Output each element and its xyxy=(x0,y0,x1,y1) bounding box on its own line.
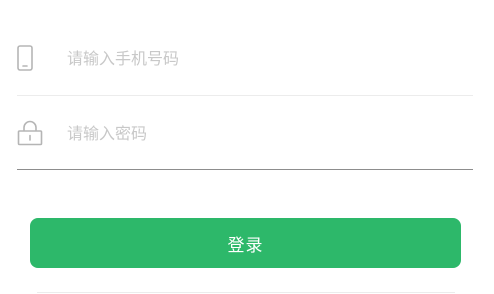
phone-icon xyxy=(17,43,47,73)
login-form: 登录 xyxy=(0,0,494,294)
password-input[interactable] xyxy=(67,118,473,148)
phone-divider xyxy=(17,95,473,96)
lock-icon xyxy=(17,118,47,148)
login-button[interactable]: 登录 xyxy=(30,218,461,268)
password-divider xyxy=(17,169,473,170)
phone-field-row xyxy=(17,36,473,80)
phone-input[interactable] xyxy=(67,43,473,73)
password-field-row xyxy=(17,111,473,155)
bottom-divider xyxy=(37,292,455,293)
